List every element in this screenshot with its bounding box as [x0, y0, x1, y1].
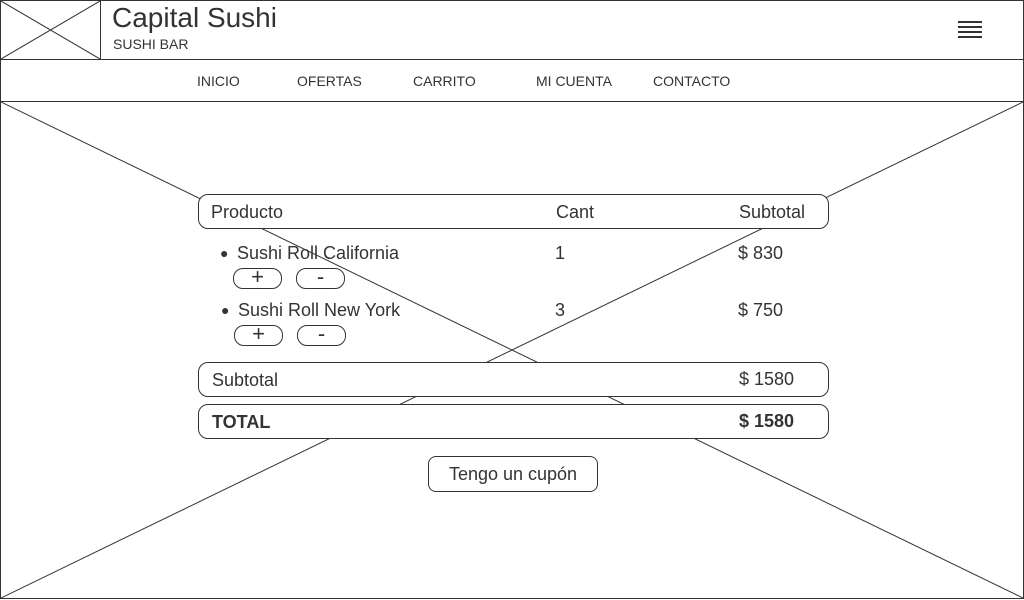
subtotal-value: $ 1580: [739, 369, 795, 389]
nav-item-carrito[interactable]: CARRITO: [413, 73, 476, 89]
column-header-subtotal: Subtotal: [739, 202, 806, 222]
bullet-icon: ●: [220, 245, 229, 261]
increase-qty-button[interactable]: +: [234, 323, 283, 346]
header: Capital Sushi SUSHI BAR: [0, 0, 1024, 60]
main-content: Producto Cant Subtotal ● Sushi Roll Cali…: [0, 102, 1024, 599]
bullet-icon: ●: [221, 302, 230, 318]
total-label: TOTAL: [212, 412, 271, 432]
column-header-qty: Cant: [556, 202, 595, 222]
coupon-button[interactable]: Tengo un cupón: [428, 456, 598, 492]
item-name: Sushi Roll California: [237, 243, 400, 263]
item-subtotal: $ 750: [738, 300, 784, 320]
decrease-qty-button[interactable]: -: [296, 266, 345, 289]
nav-item-mi-cuenta[interactable]: MI CUENTA: [536, 73, 612, 89]
logo-placeholder-icon: [1, 1, 101, 59]
item-name: Sushi Roll New York: [238, 300, 401, 320]
subtotal-label: Subtotal: [212, 370, 279, 390]
site-subtitle: SUSHI BAR: [113, 36, 189, 52]
increase-qty-button[interactable]: +: [233, 266, 282, 289]
decrease-qty-button[interactable]: -: [297, 323, 346, 346]
hamburger-menu-icon[interactable]: [957, 19, 983, 41]
cart-header-row: Producto Cant Subtotal: [198, 194, 829, 229]
site-title: Capital Sushi: [112, 2, 277, 33]
column-header-product: Producto: [211, 202, 284, 222]
nav-item-inicio[interactable]: INICIO: [197, 73, 240, 89]
nav-item-contacto[interactable]: CONTACTO: [653, 73, 730, 89]
item-qty: 1: [555, 243, 566, 263]
total-row: TOTAL $ 1580: [198, 404, 829, 439]
subtotal-row: Subtotal $ 1580: [198, 362, 829, 397]
item-qty: 3: [555, 300, 566, 320]
main-nav: INICIO OFERTAS CARRITO MI CUENTA CONTACT…: [0, 59, 1024, 102]
nav-item-ofertas[interactable]: OFERTAS: [297, 73, 362, 89]
total-value: $ 1580: [739, 411, 795, 431]
item-subtotal: $ 830: [738, 243, 784, 263]
background-image-placeholder-icon: [1, 102, 1023, 598]
